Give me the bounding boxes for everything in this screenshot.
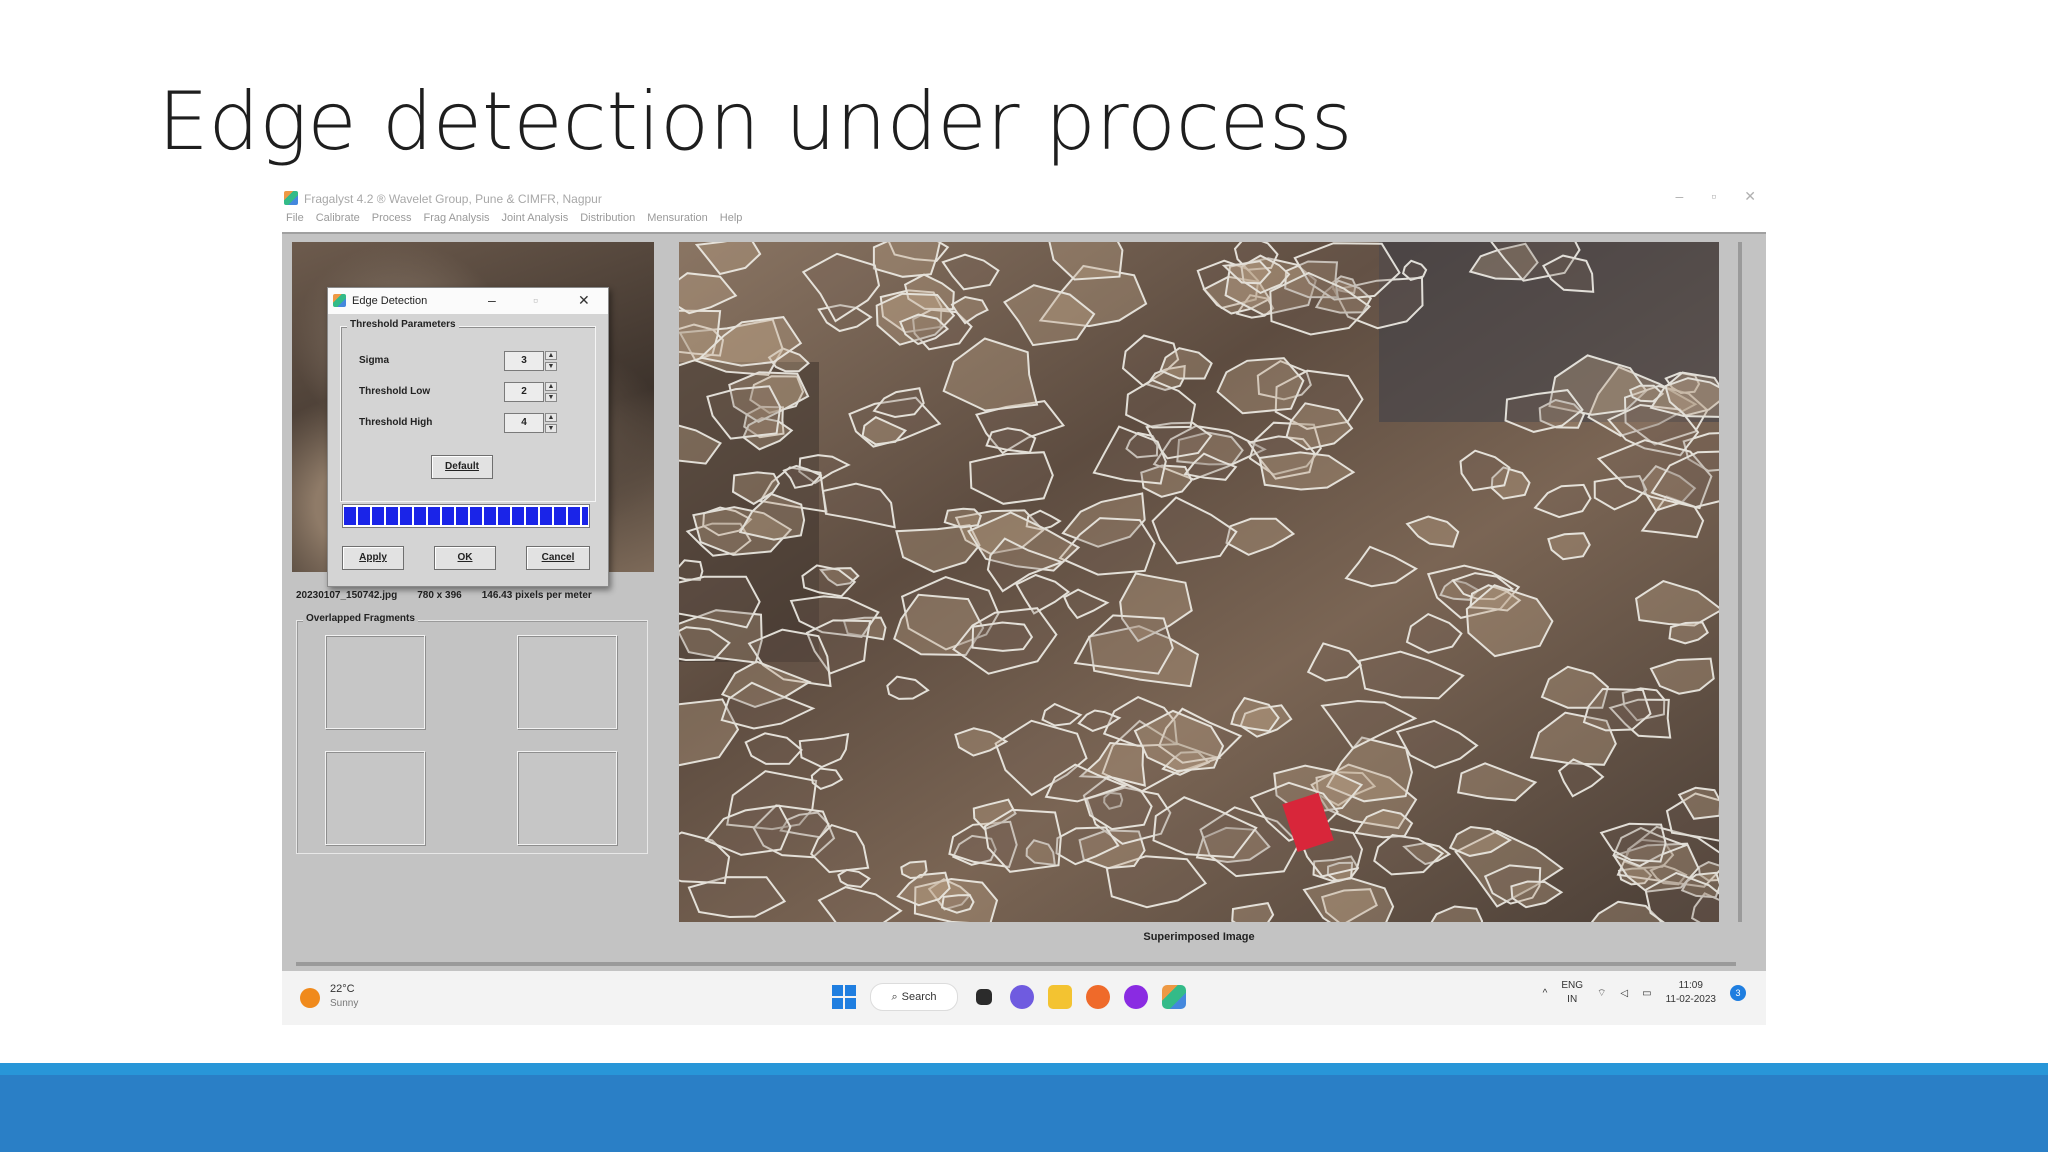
horizontal-scrollbar[interactable] (296, 962, 1736, 966)
language-indicator[interactable]: ENG IN (1561, 979, 1583, 1007)
fragment-box[interactable] (517, 635, 617, 729)
lang-code: ENG (1561, 980, 1584, 991)
edge-detection-dialog: Edge Detection – ▫ ✕ Threshold Parameter… (327, 287, 609, 587)
threshold-low-label: Threshold Low (359, 386, 431, 397)
menu-process[interactable]: Process (372, 212, 412, 230)
weather-desc[interactable]: Sunny (330, 998, 358, 1009)
app-titlebar: Fragalyst 4.2 ® Wavelet Group, Pune & CI… (280, 185, 1768, 211)
default-button[interactable]: Default (431, 455, 493, 479)
spin-up-icon[interactable]: ▲ (545, 382, 557, 391)
taskbar: 22°C Sunny ⌕ Search ^ ENG IN ⌔ ◁ ▭ 11:09… (282, 971, 1766, 1025)
chat-icon[interactable] (1010, 985, 1034, 1009)
fragalyst-taskbar-icon[interactable] (1162, 985, 1186, 1009)
menu-joint-analysis[interactable]: Joint Analysis (502, 212, 569, 230)
menu-frag-analysis[interactable]: Frag Analysis (424, 212, 490, 230)
dialog-app-icon (333, 294, 346, 307)
minimize-icon[interactable]: – (1676, 188, 1684, 205)
menu-calibrate[interactable]: Calibrate (316, 212, 360, 230)
threshold-low-row: Threshold Low 2 ▲ ▼ (359, 382, 579, 402)
dialog-maximize-icon: ▫ (533, 292, 538, 308)
sigma-label: Sigma (359, 355, 390, 366)
weather-temp[interactable]: 22°C (330, 983, 355, 995)
app-icon[interactable] (1124, 985, 1148, 1009)
threshold-group-label: Threshold Parameters (347, 319, 459, 330)
restore-icon[interactable]: ▫ (1711, 188, 1716, 205)
close-icon[interactable]: ✕ (1744, 188, 1756, 205)
spin-up-icon[interactable]: ▲ (545, 413, 557, 422)
cancel-button[interactable]: Cancel (526, 546, 590, 570)
dialog-titlebar: Edge Detection – ▫ ✕ (328, 288, 608, 314)
dialog-title: Edge Detection (352, 295, 428, 307)
volume-icon[interactable]: ◁ (1620, 988, 1628, 999)
search-icon: ⌕ (891, 990, 898, 1003)
clock[interactable]: 11:09 11-02-2023 (1666, 979, 1716, 1007)
vertical-scrollbar[interactable] (1738, 242, 1742, 922)
threshold-low-spinner[interactable]: ▲ ▼ (545, 382, 557, 402)
file-info: 20230107_150742.jpg 780 x 396 146.43 pix… (296, 590, 592, 601)
image-scale: 146.43 pixels per meter (481, 590, 592, 601)
threshold-high-input[interactable]: 4 (504, 413, 544, 433)
menu-file[interactable]: File (286, 212, 304, 230)
battery-icon[interactable]: ▭ (1642, 988, 1651, 999)
threshold-low-input[interactable]: 2 (504, 382, 544, 402)
app-title: Fragalyst 4.2 ® Wavelet Group, Pune & CI… (304, 192, 602, 206)
overlapped-fragments-group: Overlapped Fragments (296, 613, 648, 854)
file-name: 20230107_150742.jpg (296, 590, 398, 601)
slide-title: Edge detection under process (158, 75, 1353, 168)
threshold-parameters-group: Threshold Parameters Sigma 3 ▲ ▼ Thresho… (340, 319, 596, 502)
fragment-box[interactable] (325, 751, 425, 845)
dialog-minimize-icon[interactable]: – (488, 292, 496, 308)
firefox-icon[interactable] (1086, 985, 1110, 1009)
menu-bar: File Calibrate Process Frag Analysis Joi… (286, 212, 742, 230)
menu-mensuration[interactable]: Mensuration (647, 212, 708, 230)
clock-time: 11:09 (1678, 980, 1703, 991)
threshold-high-label: Threshold High (359, 417, 433, 428)
menu-distribution[interactable]: Distribution (580, 212, 635, 230)
task-view-icon[interactable] (976, 989, 992, 1005)
app-logo-icon (284, 191, 298, 205)
fragments-group-label: Overlapped Fragments (303, 613, 418, 624)
dialog-close-icon[interactable]: ✕ (578, 292, 590, 309)
sigma-row: Sigma 3 ▲ ▼ (359, 351, 579, 371)
lang-region: IN (1567, 994, 1578, 1005)
app-client-area: 20230107_150742.jpg 780 x 396 146.43 pix… (282, 232, 1766, 971)
search-label: Search (901, 991, 937, 1003)
superimposed-image (679, 242, 1719, 922)
progress-bar (342, 504, 590, 528)
screenshot: Fragalyst 4.2 ® Wavelet Group, Pune & CI… (280, 185, 1768, 1025)
chevron-up-icon[interactable]: ^ (1543, 988, 1548, 999)
threshold-high-row: Threshold High 4 ▲ ▼ (359, 413, 579, 433)
menu-help[interactable]: Help (720, 212, 743, 230)
edge-overlay-image (679, 242, 1719, 922)
threshold-high-spinner[interactable]: ▲ ▼ (545, 413, 557, 433)
fragment-box[interactable] (517, 751, 617, 845)
spin-up-icon[interactable]: ▲ (545, 351, 557, 360)
clock-date: 11-02-2023 (1665, 994, 1716, 1005)
sigma-input[interactable]: 3 (504, 351, 544, 371)
spin-down-icon[interactable]: ▼ (545, 362, 557, 371)
image-dimensions: 780 x 396 (417, 590, 462, 601)
fragment-box[interactable] (325, 635, 425, 729)
image-caption: Superimposed Image (1143, 931, 1255, 943)
progress-fill (344, 507, 588, 525)
notification-badge[interactable]: 3 (1730, 985, 1746, 1001)
search-button[interactable]: ⌕ Search (870, 983, 958, 1011)
ok-button[interactable]: OK (434, 546, 496, 570)
wifi-icon[interactable]: ⌔ (1597, 987, 1606, 1000)
spin-down-icon[interactable]: ▼ (545, 424, 557, 433)
start-icon[interactable] (832, 985, 856, 1009)
spin-down-icon[interactable]: ▼ (545, 393, 557, 402)
file-explorer-icon[interactable] (1048, 985, 1072, 1009)
apply-button[interactable]: Apply (342, 546, 404, 570)
weather-sun-icon[interactable] (300, 988, 320, 1008)
slide-footer-band (0, 1063, 2048, 1152)
sigma-spinner[interactable]: ▲ ▼ (545, 351, 557, 371)
